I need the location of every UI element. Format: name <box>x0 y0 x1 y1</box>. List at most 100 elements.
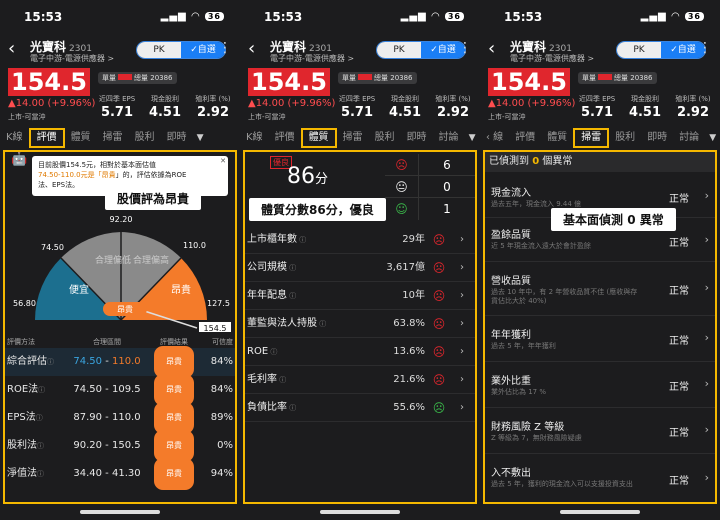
list-item[interactable]: 業外比重 業外佔比為 17 % 正常 › <box>485 362 715 408</box>
home-indicator[interactable] <box>560 510 640 514</box>
status-time: 15:53 <box>504 10 543 24</box>
pk-watchlist-toggle[interactable]: PK ✓自選 <box>616 41 706 59</box>
tab-valuation[interactable]: 評價 <box>28 128 65 148</box>
tab-dividend[interactable]: 股利 <box>609 128 641 148</box>
metric-eps: 近四季 EPS 5.71 <box>578 95 616 120</box>
scan-screen: 15:53 ▂▄▆ ◠ 36 ‹ 光寶科 2301 電子中游-電源供應器 > PK… <box>480 0 720 520</box>
tab-valuation[interactable]: 評價 <box>269 128 301 148</box>
home-indicator[interactable] <box>80 510 160 514</box>
list-item[interactable]: 董監與法人持股 ⓘ 63.8% ☹ › <box>245 310 475 338</box>
table-row[interactable]: 淨值法ⓘ 34.40 - 41.30 昂貴 94% <box>5 458 235 490</box>
status-badge: 正常 <box>669 238 689 249</box>
status-badge: 正常 <box>669 382 689 393</box>
table-row[interactable]: 股利法ⓘ 90.20 - 150.5 昂貴 0% <box>5 430 235 462</box>
tabs-more-icon[interactable]: ▼ <box>193 128 208 148</box>
tab-kline[interactable]: K線 <box>240 128 269 148</box>
status-bar: 15:53 ▂▄▆ ◠ 36 <box>0 0 240 34</box>
tab-realtime[interactable]: 即時 <box>641 128 673 148</box>
tab-kline[interactable]: ‹ 線 <box>480 128 509 148</box>
pk-button[interactable]: PK <box>617 42 661 58</box>
list-item[interactable]: 上市櫃年數 ⓘ 29年 ☹ › <box>245 226 475 254</box>
back-icon[interactable]: ‹ <box>248 38 255 59</box>
pk-button[interactable]: PK <box>137 42 181 58</box>
home-indicator[interactable] <box>320 510 400 514</box>
stock-category[interactable]: 電子中游-電源供應器 > <box>30 53 114 64</box>
metric-yield: 殖利率 (%) 2.92 <box>195 95 231 120</box>
tab-discussion[interactable]: 討論 <box>673 128 705 148</box>
table-row[interactable]: ROE法ⓘ 74.50 - 109.5 昂貴 84% <box>5 374 235 406</box>
gauge-zone-expensive: 昂貴 <box>171 283 191 296</box>
pk-watchlist-toggle[interactable]: PK ✓自選 <box>136 41 226 59</box>
list-item[interactable]: 負債比率 ⓘ 55.6% ☹ › <box>245 394 475 422</box>
pk-watchlist-toggle[interactable]: PK ✓自選 <box>376 41 466 59</box>
list-item[interactable]: 營收品質 過去 10 年中，有 2 年營收品質不佳 (應收與存貨佔比大於 40%)… <box>485 262 715 316</box>
table-row[interactable]: EPS法ⓘ 87.90 - 110.0 昂貴 89% <box>5 402 235 434</box>
info-icon[interactable]: ⓘ <box>37 442 44 450</box>
tabs-more-icon[interactable]: ▼ <box>705 128 720 148</box>
info-icon[interactable]: ⓘ <box>36 414 43 422</box>
tab-scan[interactable]: 掃雷 <box>97 128 129 148</box>
stock-price: 154.5 <box>248 68 330 96</box>
info-icon[interactable]: ⓘ <box>287 264 296 272</box>
tab-kline[interactable]: K線 <box>0 128 29 148</box>
tab-health[interactable]: 體質 <box>541 128 573 148</box>
table-row[interactable]: 綜合評估ⓘ 74.50 - 110.0 昂貴 84% <box>5 346 235 378</box>
info-icon[interactable]: ⓘ <box>47 358 54 366</box>
tabs-more-icon[interactable]: ▼ <box>465 128 480 148</box>
back-icon[interactable]: ‹ <box>8 38 15 59</box>
chevron-right-icon: › <box>460 401 464 413</box>
status-badge: 正常 <box>669 194 689 205</box>
health-summary: ☹ 6 😐 0 ☺ 1 <box>385 153 475 220</box>
tab-health[interactable]: 體質 <box>300 128 337 148</box>
info-icon[interactable]: ⓘ <box>268 348 277 356</box>
list-item[interactable]: 入不敷出 過去 5 年，獲利的現金流入可以支援投資支出 正常 › <box>485 454 715 502</box>
info-icon[interactable]: ⓘ <box>317 320 326 328</box>
metric-eps: 近四季 EPS 5.71 <box>338 95 376 120</box>
stock-category[interactable]: 電子中游-電源供應器 > <box>270 53 354 64</box>
tab-scan[interactable]: 掃雷 <box>337 128 369 148</box>
tab-valuation[interactable]: 評價 <box>509 128 541 148</box>
info-icon[interactable]: ⓘ <box>297 236 306 244</box>
info-icon[interactable]: ⓘ <box>38 386 45 394</box>
list-item[interactable]: 公司規模 ⓘ 3,617億 ☹ › <box>245 254 475 282</box>
stock-price: 154.5 <box>8 68 90 96</box>
sad-face-icon: ☹ <box>432 344 446 359</box>
back-icon[interactable]: ‹ <box>488 38 495 59</box>
list-item[interactable]: ROE ⓘ 13.6% ☹ › <box>245 338 475 366</box>
chevron-right-icon: › <box>704 189 709 202</box>
list-item[interactable]: 年年獲利 過去 5 年，年年獲利 正常 › <box>485 316 715 362</box>
more-icon[interactable]: ⋮ <box>218 40 232 56</box>
more-icon[interactable]: ⋮ <box>458 40 472 56</box>
tab-realtime[interactable]: 即時 <box>161 128 193 148</box>
tab-bar: K線 評價 體質 掃雷 股利 即時 ▼ <box>0 128 240 148</box>
result-badge: 昂貴 <box>154 458 194 490</box>
info-icon[interactable]: ⓘ <box>287 292 296 300</box>
status-icons: ▂▄▆ ◠ 36 <box>641 11 704 22</box>
tab-health[interactable]: 體質 <box>65 128 97 148</box>
info-icon[interactable]: ⓘ <box>277 376 286 384</box>
chevron-right-icon: › <box>460 233 464 245</box>
sad-face-icon: ☹ <box>432 232 446 247</box>
tab-dividend[interactable]: 股利 <box>129 128 161 148</box>
price-change: ▲14.00 (+9.96%) <box>8 98 96 109</box>
info-icon[interactable]: ⓘ <box>287 404 296 412</box>
chevron-right-icon: › <box>704 423 709 436</box>
tab-dividend[interactable]: 股利 <box>369 128 401 148</box>
chevron-right-icon: › <box>704 331 709 344</box>
status-badge: 正常 <box>669 428 689 439</box>
frown-green-icon: ☹ <box>432 400 446 415</box>
tab-discussion[interactable]: 討論 <box>433 128 465 148</box>
tab-realtime[interactable]: 即時 <box>401 128 433 148</box>
neutral-face-icon: 😐 <box>385 175 419 198</box>
info-icon[interactable]: ⓘ <box>37 470 44 478</box>
stock-price: 154.5 <box>488 68 570 96</box>
list-item[interactable]: 毛利率 ⓘ 21.6% ☹ › <box>245 366 475 394</box>
stock-category[interactable]: 電子中游-電源供應器 > <box>510 53 594 64</box>
list-item[interactable]: 財務風險 Z 等級 Z 等級為 7，無財務風險疑慮 正常 › <box>485 408 715 454</box>
pk-button[interactable]: PK <box>377 42 421 58</box>
metric-dividend: 現金股利 4.51 <box>628 95 662 120</box>
tab-scan[interactable]: 掃雷 <box>573 128 610 148</box>
list-item[interactable]: 年年配息 ⓘ 10年 ☹ › <box>245 282 475 310</box>
close-icon[interactable]: ✕ <box>220 156 226 166</box>
more-icon[interactable]: ⋮ <box>698 40 712 56</box>
